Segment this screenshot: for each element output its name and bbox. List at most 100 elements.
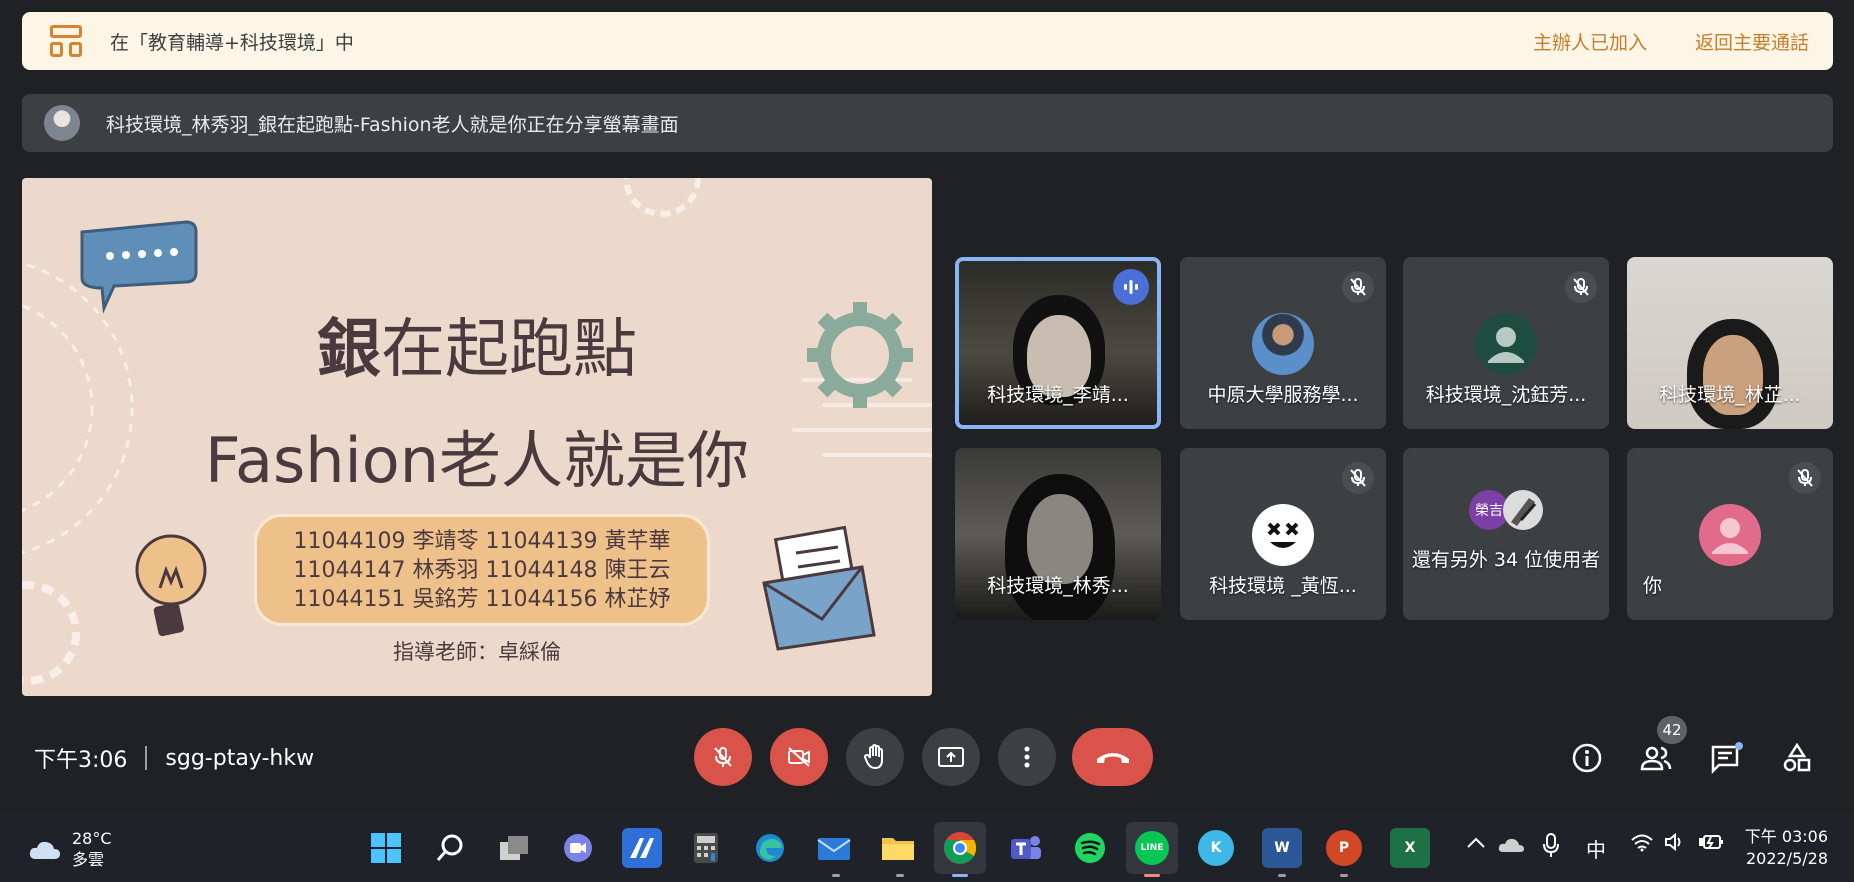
participant-avatar — [1252, 313, 1314, 375]
running-indicator — [1278, 874, 1286, 877]
activities-button[interactable] — [1779, 740, 1815, 776]
microphone-icon[interactable] — [1542, 832, 1560, 863]
powerpoint-button[interactable]: P — [1326, 830, 1362, 866]
weather-desc: 多雲 — [72, 850, 105, 869]
search-button[interactable] — [430, 828, 470, 868]
weather-widget[interactable]: 28°C 多雲 — [28, 828, 112, 870]
participant-name: 科技環境 _黃恆... — [1209, 575, 1357, 597]
slide-title: 銀在起跑點 — [317, 313, 637, 387]
presentation-slide[interactable]: 銀在起跑點 Fashion老人就是你 11044109 李靖苓 11044139… — [22, 178, 932, 696]
tray-overflow-icon[interactable] — [1466, 832, 1486, 854]
return-main-call-link[interactable]: 返回主要通話 — [1695, 28, 1809, 55]
powerpoint-icon: P — [1338, 840, 1350, 856]
meeting-info: 下午3:06 sgg-ptay-hkw — [34, 742, 314, 774]
spotify-icon — [1075, 833, 1105, 863]
participant-name: 科技環境_林秀... — [987, 575, 1129, 597]
student-line: 11044151 吳銘芳 11044156 林芷妤 — [293, 586, 671, 612]
breakout-rooms-icon — [50, 25, 82, 57]
more-options-button[interactable] — [998, 728, 1056, 786]
marshmello-avatar — [1252, 504, 1314, 566]
participant-tile[interactable]: 中原大學服務學... — [1180, 257, 1386, 429]
clock-time: 下午 03:06 — [1744, 827, 1828, 846]
presenting-text: 科技環境_林秀羽_銀在起跑點-Fashion老人就是你正在分享螢幕畫面 — [106, 113, 679, 136]
participant-avatar — [1475, 313, 1537, 375]
running-indicator — [896, 874, 904, 877]
meeting-details-button[interactable] — [1569, 740, 1605, 776]
present-button[interactable] — [922, 728, 980, 786]
word-button[interactable]: W — [1262, 828, 1302, 868]
task-view-icon — [500, 836, 528, 860]
mic-toggle-button[interactable] — [694, 728, 752, 786]
teams-icon — [1011, 836, 1041, 859]
mail-button[interactable] — [814, 828, 854, 868]
excel-icon: X — [1404, 840, 1416, 856]
start-button[interactable] — [366, 828, 406, 868]
camera-chat-icon — [564, 834, 592, 862]
participant-name: 科技環境_李靖... — [987, 384, 1129, 406]
mic-off-icon — [1565, 271, 1597, 303]
mic-off-icon — [1342, 271, 1374, 303]
spotify-button[interactable] — [1070, 828, 1110, 868]
mail-icon — [817, 838, 851, 860]
edge-icon — [756, 834, 784, 862]
line-icon: LINE — [1135, 831, 1169, 865]
ime-indicator[interactable]: 中 — [1586, 834, 1606, 863]
line-button[interactable]: LINE — [1126, 822, 1178, 874]
meeting-code[interactable]: sgg-ptay-hkw — [165, 746, 314, 771]
camera-toggle-button[interactable] — [770, 728, 828, 786]
slide-teacher: 指導老師：卓綵倫 — [393, 640, 561, 664]
excel-button[interactable]: X — [1390, 828, 1430, 868]
volume-icon[interactable] — [1664, 832, 1686, 857]
participant-name: 科技環境_林芷... — [1659, 384, 1801, 406]
participants-button[interactable] — [1638, 740, 1674, 776]
running-indicator — [1340, 874, 1348, 877]
k-app-button[interactable]: K — [1198, 830, 1234, 866]
participant-tile[interactable]: 科技環境_林秀... — [955, 448, 1161, 620]
chat-icon — [1711, 742, 1743, 774]
teams-button[interactable] — [1006, 828, 1046, 868]
chat-button[interactable] — [1709, 740, 1745, 776]
presenter-avatar — [44, 105, 80, 141]
onedrive-icon[interactable] — [1498, 836, 1524, 858]
more-vert-icon — [1024, 746, 1030, 768]
file-explorer-button[interactable] — [878, 828, 918, 868]
word-icon: W — [1274, 840, 1290, 856]
folder-icon — [882, 838, 914, 860]
self-tile[interactable]: 你 — [1627, 448, 1833, 620]
participant-tile[interactable]: 科技環境_林芷... — [1627, 257, 1833, 429]
leave-call-button[interactable] — [1072, 728, 1153, 786]
chat-app-button[interactable] — [558, 828, 598, 868]
chrome-button[interactable] — [934, 822, 986, 874]
mic-off-icon — [1789, 462, 1821, 494]
participant-tile[interactable]: 科技環境 _黃恆... — [1180, 448, 1386, 620]
wifi-icon[interactable] — [1630, 832, 1654, 857]
self-name: 你 — [1643, 575, 1663, 597]
system-clock[interactable]: 下午 03:06 2022/5/28 — [1745, 826, 1828, 870]
participant-name: 中原大學服務學... — [1207, 384, 1359, 406]
participant-chip-avatar — [1503, 490, 1543, 530]
participant-tile[interactable]: 科技環境_沈鈺芳... — [1403, 257, 1609, 429]
raise-hand-button[interactable] — [846, 728, 904, 786]
meeting-time: 下午3:06 — [34, 748, 128, 773]
host-joined-link[interactable]: 主辦人已加入 — [1533, 28, 1647, 55]
battery-icon[interactable] — [1698, 832, 1724, 857]
more-participants-tile[interactable]: 榮吉 還有另外 34 位使用者 — [1403, 448, 1609, 620]
calculator-button[interactable] — [686, 828, 726, 868]
lightbulb-icon — [135, 534, 207, 637]
divider — [145, 746, 148, 770]
edge-button[interactable] — [750, 828, 790, 868]
camera-off-icon — [788, 747, 810, 767]
info-icon — [1572, 743, 1602, 773]
speaking-icon — [1113, 269, 1149, 305]
mic-off-icon — [714, 747, 732, 767]
k-app-icon: K — [1210, 840, 1222, 856]
app-a-button[interactable] — [622, 828, 662, 868]
student-line: 11044109 李靖苓 11044139 黃芊華 — [293, 528, 671, 554]
present-screen-icon — [938, 747, 964, 767]
clock-date: 2022/5/28 — [1745, 849, 1828, 868]
task-view-button[interactable] — [494, 828, 534, 868]
participant-tile[interactable]: 科技環境_李靖... — [955, 257, 1161, 429]
breakout-room-name: 在「教育輔導+科技環境」中 — [110, 31, 354, 54]
cloud-icon — [29, 841, 60, 859]
student-line: 11044147 林秀羽 11044148 陳王云 — [293, 557, 671, 583]
